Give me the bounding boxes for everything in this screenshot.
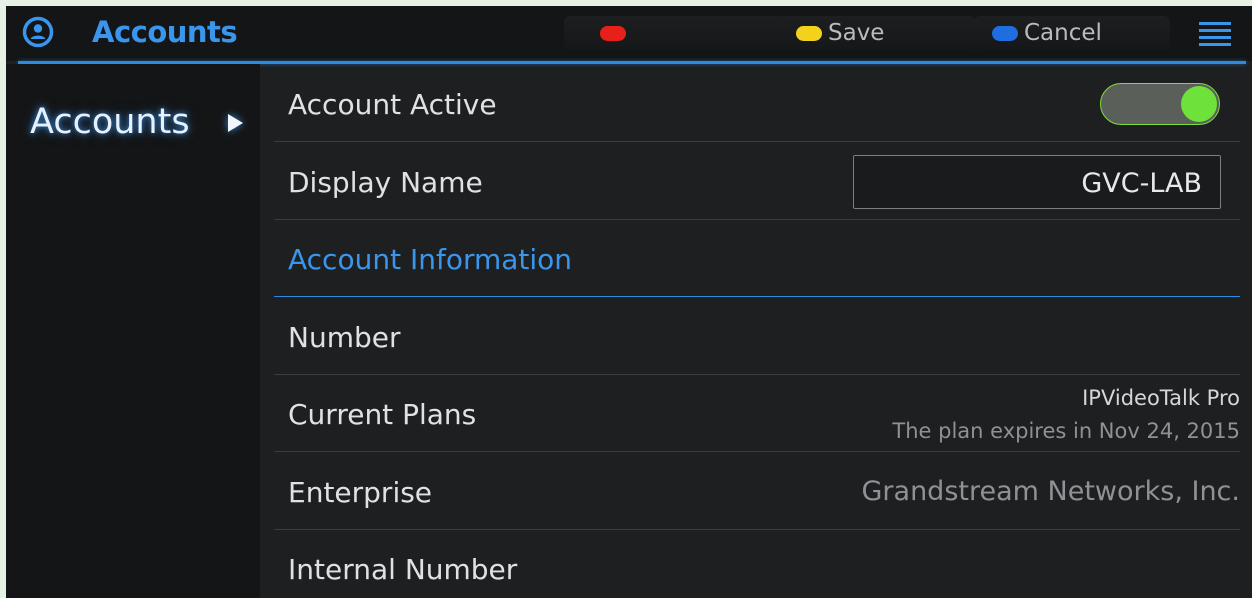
- current-plans-label: Current Plans: [288, 398, 477, 431]
- sidebar-item-accounts[interactable]: Accounts: [30, 102, 190, 142]
- sidebar: Accounts: [6, 64, 260, 598]
- internal-number-row: Internal Number: [274, 530, 1240, 598]
- app-window: Accounts Save Cancel Accounts Account Ac…: [6, 6, 1252, 598]
- plan-expiry: The plan expires in Nov 24, 2015: [892, 419, 1240, 443]
- red-key-icon: [600, 25, 626, 41]
- number-row: Number: [274, 298, 1240, 375]
- cancel-button[interactable]: Cancel: [974, 16, 1170, 50]
- menu-icon[interactable]: [1198, 20, 1232, 50]
- save-button[interactable]: Save: [776, 16, 976, 50]
- account-active-toggle[interactable]: [1100, 83, 1220, 125]
- display-name-row: Display Name GVC-LAB: [274, 143, 1240, 220]
- account-active-label: Account Active: [288, 88, 497, 121]
- account-active-row: Account Active: [274, 65, 1240, 142]
- internal-number-label: Internal Number: [288, 553, 518, 586]
- cancel-label: Cancel: [1024, 20, 1102, 46]
- title-bar: Accounts Save Cancel: [6, 6, 1252, 61]
- current-plans-row: Current Plans IPVideoTalk Pro The plan e…: [274, 375, 1240, 452]
- blue-key-icon: [992, 25, 1018, 41]
- enterprise-row: Enterprise Grandstream Networks, Inc.: [274, 453, 1240, 530]
- section-title: Account Information: [288, 243, 573, 276]
- page-title: Accounts: [92, 15, 238, 49]
- enterprise-value: Grandstream Networks, Inc.: [861, 476, 1241, 507]
- toggle-knob: [1181, 86, 1217, 122]
- enterprise-label: Enterprise: [288, 476, 433, 509]
- account-circle-icon: [22, 16, 54, 48]
- selected-arrow-icon: [228, 114, 243, 132]
- red-softkey-button[interactable]: [564, 16, 782, 50]
- display-name-field[interactable]: GVC-LAB: [853, 155, 1221, 209]
- account-information-section: Account Information: [274, 220, 1240, 297]
- plan-name: IPVideoTalk Pro: [1082, 386, 1240, 410]
- number-label: Number: [288, 321, 401, 354]
- yellow-key-icon: [796, 25, 822, 41]
- save-label: Save: [828, 20, 885, 46]
- display-name-label: Display Name: [288, 166, 483, 199]
